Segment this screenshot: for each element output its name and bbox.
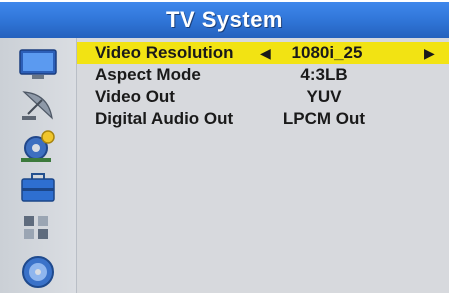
menu-item-label: Aspect Mode <box>95 65 201 84</box>
satellite-dish-icon[interactable] <box>18 86 58 127</box>
menu-item-value: YUV <box>306 87 342 106</box>
media-icon[interactable] <box>18 210 58 249</box>
tv-system-screen: TV System Video Resolution ◀ 1080i_25 ▶ … <box>0 0 449 293</box>
menu-item-label: Video Resolution <box>95 43 234 62</box>
menu-item-aspect-mode[interactable]: Aspect Mode 4:3LB <box>77 64 449 86</box>
menu-item-digital-audio-out[interactable]: Digital Audio Out LPCM Out <box>77 108 449 130</box>
briefcase-icon[interactable] <box>18 170 58 209</box>
menu-item-value: 4:3LB <box>300 65 348 84</box>
menu-item-video-out[interactable]: Video Out YUV <box>77 86 449 108</box>
disc-icon[interactable] <box>18 252 58 295</box>
menu-item-value: LPCM Out <box>282 109 366 128</box>
menu-item-label: Digital Audio Out <box>95 109 234 128</box>
title-bar: TV System <box>0 2 449 38</box>
right-arrow-icon[interactable]: ▶ <box>424 43 435 63</box>
page-title: TV System <box>166 7 283 32</box>
menu-item-value: 1080i_25 <box>291 43 363 62</box>
left-arrow-icon[interactable]: ◀ <box>260 43 271 63</box>
sidebar <box>0 38 77 293</box>
menu-item-video-resolution[interactable]: Video Resolution ◀ 1080i_25 ▶ <box>77 42 449 64</box>
monitor-icon[interactable] <box>18 48 58 87</box>
settings-panel: Video Resolution ◀ 1080i_25 ▶ Aspect Mod… <box>77 38 449 293</box>
settings-gear-icon[interactable] <box>18 128 60 169</box>
menu-item-label: Video Out <box>95 87 175 106</box>
